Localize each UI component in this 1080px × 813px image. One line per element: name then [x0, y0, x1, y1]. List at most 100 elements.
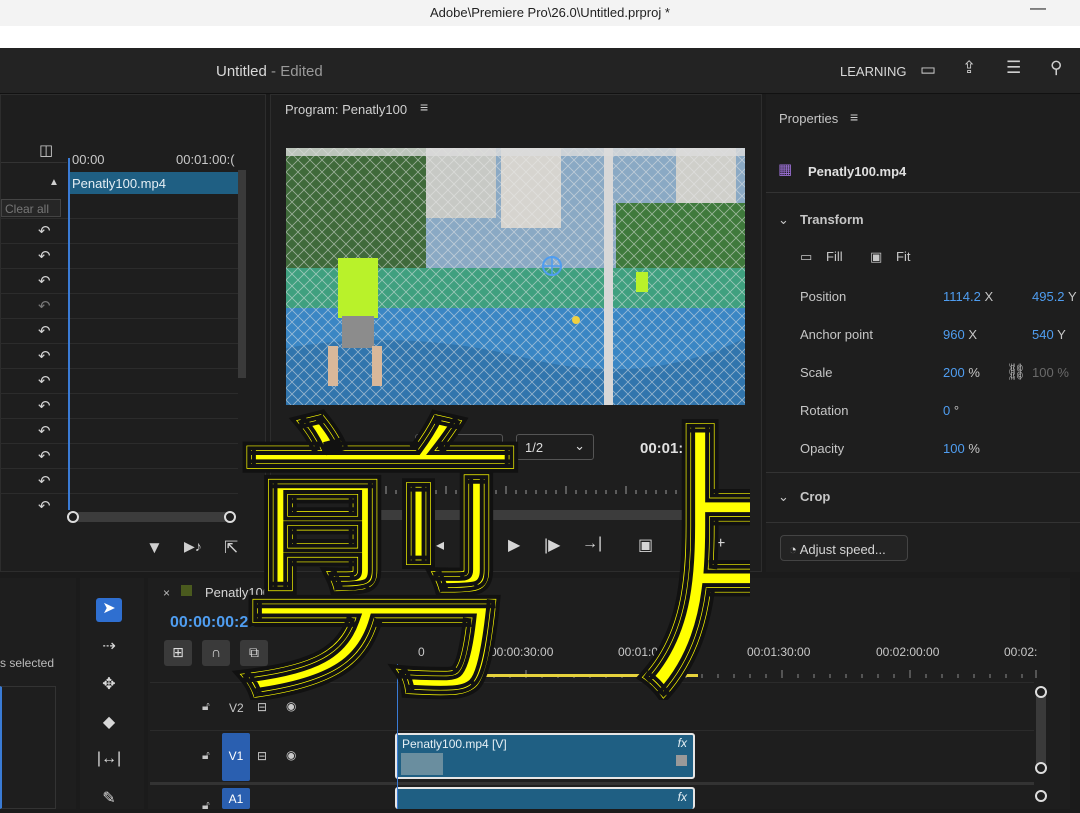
document-state: - Edited: [271, 63, 323, 80]
undo-icon[interactable]: ↶: [38, 422, 60, 440]
row-divider: [0, 368, 238, 369]
adjust-speed-button[interactable]: ◔ Adjust speed...: [780, 535, 908, 561]
chevron-down-icon[interactable]: ⌄: [778, 489, 789, 505]
scroll-handle-bottom[interactable]: [1035, 762, 1047, 774]
share-icon[interactable]: ⇪: [962, 58, 976, 78]
selection-tool-icon[interactable]: ➤: [96, 598, 122, 622]
rotation-value[interactable]: 0 °: [943, 403, 959, 418]
clip-thumbnail: [401, 753, 443, 775]
document-title: Untitled - Edited: [216, 63, 323, 80]
window-title-bar: Adobe\Premiere Pro\26.0\Untitled.prproj …: [0, 0, 1080, 26]
fit-icon: ▣: [870, 249, 883, 264]
source-zoom-scrollbar[interactable]: [74, 512, 230, 522]
row-divider: [0, 268, 238, 269]
position-y-value[interactable]: 495.2 Y: [1032, 289, 1077, 304]
source-playhead[interactable]: [68, 158, 70, 510]
undo-icon[interactable]: ↶: [38, 347, 60, 365]
crop-section[interactable]: Crop: [800, 489, 830, 504]
ripple-edit-icon[interactable]: ✥: [96, 674, 122, 698]
track-select-icon[interactable]: ⇢: [96, 636, 122, 660]
source-time-start: 00:00: [72, 152, 105, 167]
fill-button[interactable]: Fill: [826, 249, 843, 264]
source-vertical-scrollbar[interactable]: [238, 170, 246, 378]
row-divider: [0, 468, 238, 469]
undo-icon[interactable]: ↶: [38, 397, 60, 415]
search-help-icon[interactable]: ⚲: [1050, 58, 1062, 78]
position-label: Position: [800, 289, 847, 304]
slip-icon[interactable]: |↔|: [96, 750, 122, 774]
project-bin[interactable]: [0, 686, 56, 809]
undo-icon[interactable]: ↶: [38, 222, 60, 240]
rotation-label: Rotation: [800, 403, 849, 418]
audio-clip[interactable]: fx: [395, 787, 695, 809]
timeline-tick-3: 00:01:30:00: [747, 645, 811, 659]
insert-audio-icon[interactable]: ▶♪: [184, 538, 202, 555]
track-a1-target[interactable]: A1: [222, 788, 250, 809]
speedometer-icon: ◔: [789, 542, 800, 557]
fx-badge[interactable]: fx: [678, 790, 687, 804]
transform-section[interactable]: Transform: [800, 212, 864, 227]
minimize-button[interactable]: —: [1030, 0, 1046, 18]
selection-status: s selected: [0, 656, 55, 670]
sync-lock-icon[interactable]: ⊟: [257, 700, 267, 714]
anchor-point-label: Anchor point: [800, 327, 873, 342]
anchor-x-value[interactable]: 960 X: [943, 327, 977, 342]
track-divider: [150, 782, 1034, 785]
workspace-learning-tab[interactable]: LEARNING: [840, 64, 906, 79]
close-icon[interactable]: ×: [163, 586, 170, 600]
razor-icon[interactable]: ◆: [96, 712, 122, 736]
panel-layout-icon[interactable]: ▭: [920, 60, 936, 80]
overlay-text: 剪 片: [230, 392, 750, 700]
program-title[interactable]: Program: Penatly100: [285, 102, 407, 117]
filter-icon[interactable]: ▼: [146, 538, 163, 558]
track-v2-label: V2: [229, 701, 244, 715]
sort-up-icon[interactable]: ▲: [49, 177, 59, 188]
fill-icon: ▭: [800, 249, 813, 264]
undo-icon[interactable]: ↶: [38, 247, 60, 265]
pen-icon[interactable]: ✎: [96, 788, 122, 812]
opacity-label: Opacity: [800, 441, 845, 456]
row-divider: [0, 393, 238, 394]
video-clip[interactable]: Penatly100.mp4 [V] fx: [395, 733, 695, 779]
panel-menu-icon[interactable]: ≡: [420, 99, 428, 115]
scroll-handle-left[interactable]: [67, 511, 79, 523]
timeline-vertical-scrollbar[interactable]: [1036, 690, 1046, 770]
panel-menu-icon[interactable]: ≡: [850, 109, 858, 125]
clear-all-button[interactable]: Clear all: [1, 199, 61, 217]
undo-icon[interactable]: ↶: [38, 497, 60, 515]
program-video-frame[interactable]: [286, 148, 745, 405]
window-title: Adobe\Premiere Pro\26.0\Untitled.prproj …: [430, 5, 670, 20]
sync-lock-icon[interactable]: ⊟: [257, 749, 267, 763]
link-icon[interactable]: ⛓: [1006, 362, 1026, 382]
chevron-down-icon[interactable]: ⌄: [778, 212, 789, 228]
position-x-value[interactable]: 1114.2 X: [943, 289, 993, 304]
fit-button[interactable]: Fit: [896, 249, 910, 264]
scroll-handle-top[interactable]: [1035, 686, 1047, 698]
workspaces-menu-icon[interactable]: ☰: [1006, 58, 1021, 78]
row-divider: [0, 243, 238, 244]
opacity-value[interactable]: 100 %: [943, 441, 980, 456]
track-v1-target[interactable]: V1: [222, 733, 250, 781]
eye-icon[interactable]: ◉: [286, 699, 296, 713]
insert-sequence-icon[interactable]: ⊞: [164, 640, 192, 666]
snap-magnet-icon[interactable]: ∩: [202, 640, 230, 666]
lock-icon[interactable]: 🔓︎: [202, 748, 210, 763]
eye-icon[interactable]: ◉: [286, 748, 296, 762]
project-panel: s selected: [0, 578, 76, 809]
panel-toggle-icon[interactable]: ◫: [39, 141, 53, 159]
scroll-handle-top[interactable]: [1035, 790, 1047, 802]
clip-end-icon: [676, 755, 687, 766]
anchor-y-value[interactable]: 540 Y: [1032, 327, 1066, 342]
undo-icon[interactable]: ↶: [38, 447, 60, 465]
lock-icon[interactable]: 🔓︎: [202, 699, 210, 714]
undo-icon[interactable]: ↶: [38, 322, 60, 340]
undo-icon[interactable]: ↶: [38, 272, 60, 290]
lock-icon[interactable]: 🔓︎: [202, 798, 210, 813]
undo-icon[interactable]: ↶: [38, 472, 60, 490]
undo-icon[interactable]: ↶: [38, 372, 60, 390]
source-clip[interactable]: Penatly100.mp4: [68, 172, 238, 194]
scale-value[interactable]: 200 %: [943, 365, 980, 380]
row-divider: [0, 418, 238, 419]
fx-badge[interactable]: fx: [678, 736, 687, 750]
undo-icon[interactable]: ↶: [38, 297, 60, 315]
